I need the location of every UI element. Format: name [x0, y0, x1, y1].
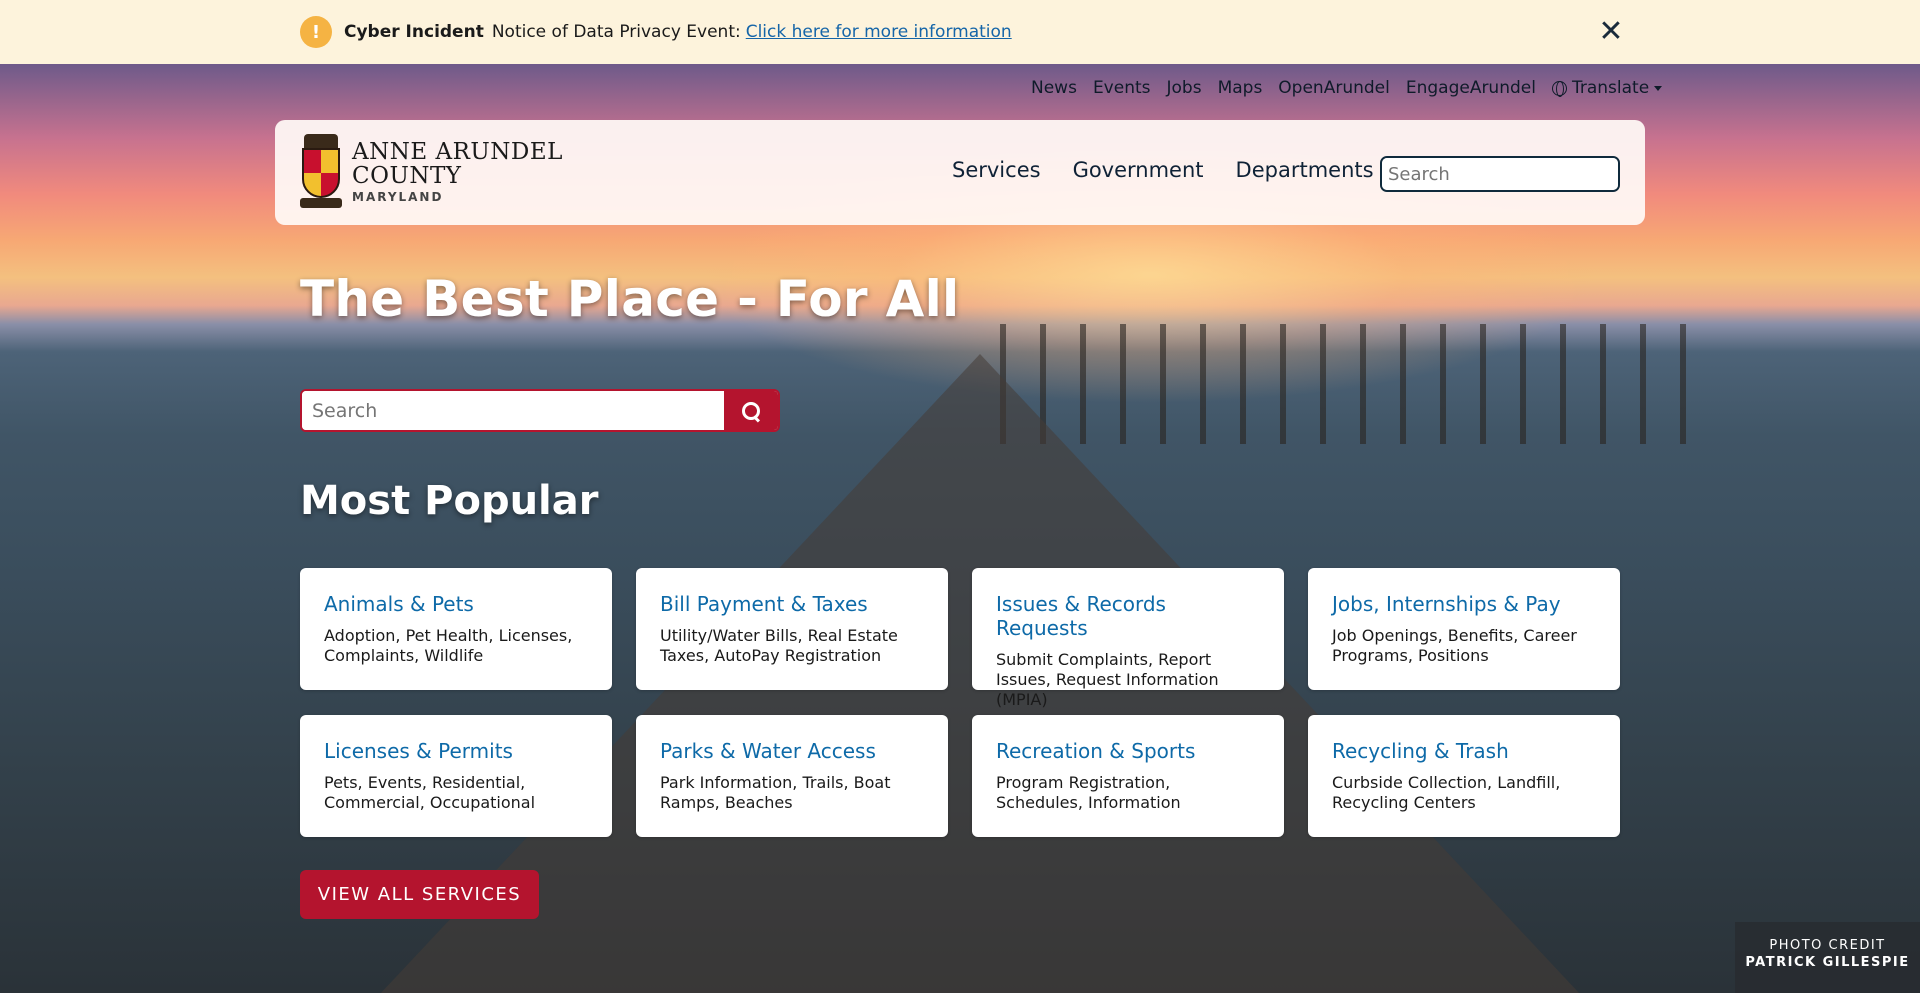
card-title: Recreation & Sports: [996, 739, 1196, 763]
logo-line-1: ANNE ARUNDEL: [352, 139, 563, 165]
county-logo[interactable]: ANNE ARUNDEL COUNTY MARYLAND: [300, 134, 563, 210]
search-icon: [742, 401, 760, 420]
alert-title: Cyber Incident: [344, 22, 484, 42]
card-title: Animals & Pets: [324, 592, 474, 616]
card-desc: Pets, Events, Residential, Commercial, O…: [324, 773, 536, 812]
alert-text: Notice of Data Privacy Event:: [491, 22, 741, 42]
most-popular-title: Most Popular: [300, 478, 599, 524]
caret-down-icon: [1654, 85, 1663, 91]
main-nav: Services Government Departments: [952, 158, 1374, 182]
county-seal-icon: [300, 134, 342, 210]
alert-content: ! Cyber Incident Notice of Data Privacy …: [300, 0, 1012, 64]
alert-bar: ! Cyber Incident Notice of Data Privacy …: [0, 0, 1920, 64]
card-desc: Program Registration, Schedules, Informa…: [996, 773, 1181, 812]
util-nav-jobs[interactable]: Jobs: [1167, 78, 1202, 98]
translate-label: Translate: [1571, 78, 1650, 98]
card-licenses-permits[interactable]: Licenses & Permits Pets, Events, Residen…: [300, 715, 612, 837]
hero-search-button[interactable]: [724, 391, 778, 430]
globe-icon: [1551, 80, 1567, 97]
card-title: Parks & Water Access: [660, 739, 876, 763]
hero-title: The Best Place - For All: [300, 270, 960, 328]
header-search-input[interactable]: [1382, 158, 1618, 190]
card-recreation-sports[interactable]: Recreation & Sports Program Registration…: [972, 715, 1284, 837]
hero-search-input[interactable]: [302, 391, 724, 430]
card-issues-records[interactable]: Issues & Records Requests Submit Complai…: [972, 568, 1284, 709]
card-jobs-internships[interactable]: Jobs, Internships & Pay Job Openings, Be…: [1308, 568, 1620, 690]
site-header: ANNE ARUNDEL COUNTY MARYLAND Services Go…: [275, 120, 1645, 225]
card-bill-payment-taxes[interactable]: Bill Payment & Taxes Utility/Water Bills…: [636, 568, 948, 690]
card-title: Recycling & Trash: [1332, 739, 1509, 763]
main-nav-departments[interactable]: Departments: [1236, 158, 1374, 182]
card-title: Bill Payment & Taxes: [660, 592, 868, 616]
util-nav-news[interactable]: News: [1031, 78, 1077, 98]
util-nav-events[interactable]: Events: [1093, 78, 1151, 98]
card-animals-pets[interactable]: Animals & Pets Adoption, Pet Health, Lic…: [300, 568, 612, 690]
logo-line-3: MARYLAND: [352, 190, 444, 204]
util-nav-openarundel[interactable]: OpenArundel: [1278, 78, 1390, 98]
util-nav-engagearundel[interactable]: EngageArundel: [1406, 78, 1536, 98]
alert-more-info-link[interactable]: Click here for more information: [746, 22, 1012, 42]
popular-cards: Animals & Pets Adoption, Pet Health, Lic…: [300, 568, 1620, 837]
util-nav-maps[interactable]: Maps: [1218, 78, 1263, 98]
card-parks-water[interactable]: Parks & Water Access Park Information, T…: [636, 715, 948, 837]
main-nav-services[interactable]: Services: [952, 158, 1041, 182]
card-title: Jobs, Internships & Pay: [1332, 592, 1561, 616]
translate-dropdown[interactable]: Translate: [1551, 78, 1663, 98]
search-icon: [1619, 165, 1620, 183]
hero-search: [300, 389, 780, 432]
card-desc: Park Information, Trails, Boat Ramps, Be…: [660, 773, 891, 812]
main-nav-government[interactable]: Government: [1073, 158, 1204, 182]
exclamation-icon: !: [300, 16, 332, 48]
card-title: Issues & Records Requests: [996, 592, 1166, 640]
close-icon[interactable]: ✕: [1596, 17, 1626, 47]
card-desc: Utility/Water Bills, Real Estate Taxes, …: [660, 626, 898, 665]
card-recycling-trash[interactable]: Recycling & Trash Curbside Collection, L…: [1308, 715, 1620, 837]
card-desc: Submit Complaints, Report Issues, Reques…: [996, 650, 1219, 709]
logo-line-2: COUNTY: [352, 163, 462, 189]
card-desc: Job Openings, Benefits, Career Programs,…: [1332, 626, 1577, 665]
card-desc: Adoption, Pet Health, Licenses, Complain…: [324, 626, 573, 665]
header-search: [1380, 156, 1620, 192]
photo-credit: PHOTO CREDIT PATRICK GILLESPIE: [1735, 922, 1920, 993]
photo-credit-name: PATRICK GILLESPIE: [1745, 955, 1910, 970]
photo-credit-label: PHOTO CREDIT: [1769, 938, 1886, 953]
view-all-services-button[interactable]: VIEW ALL SERVICES: [300, 870, 539, 919]
card-desc: Curbside Collection, Landfill, Recycling…: [1332, 773, 1561, 812]
utility-nav: News Events Jobs Maps OpenArundel Engage…: [1031, 78, 1663, 98]
card-title: Licenses & Permits: [324, 739, 513, 763]
header-search-button[interactable]: [1619, 158, 1620, 190]
